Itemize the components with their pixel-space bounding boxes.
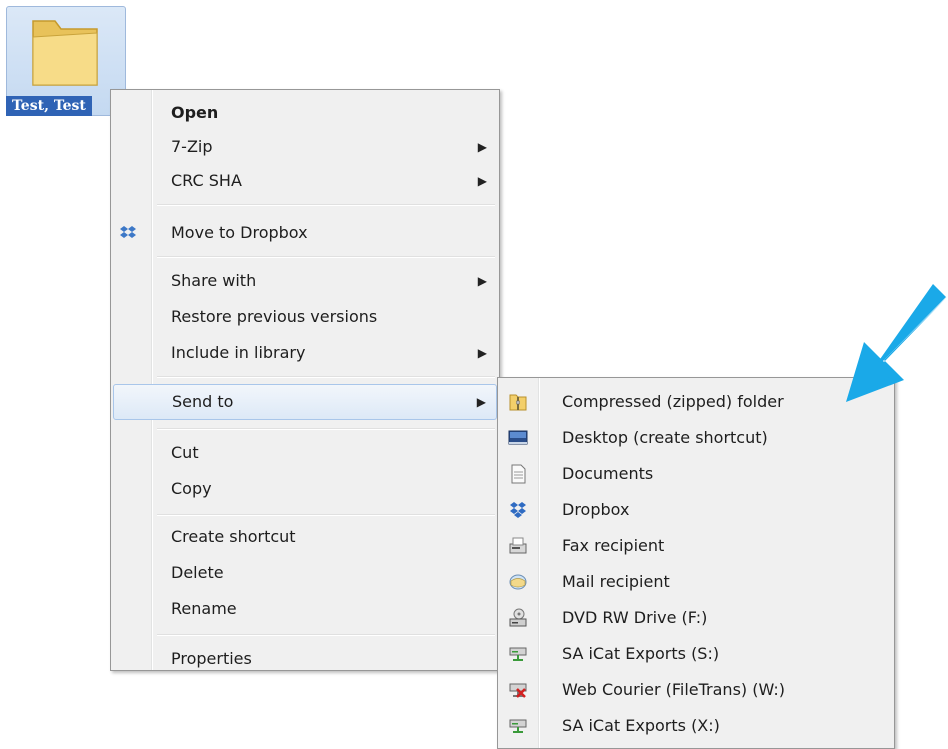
send-to-submenu: Compressed (zipped) folder Desktop (crea… (497, 377, 895, 749)
zip-folder-icon (509, 394, 527, 411)
menu-item-open[interactable]: Open (113, 96, 497, 130)
menu-item-label: Open (171, 103, 219, 122)
submenu-arrow-icon: ▶ (477, 174, 487, 188)
network-drive-icon (509, 719, 527, 733)
dvd-drive-icon (509, 608, 527, 627)
submenu-item-label: Documents (562, 464, 654, 483)
submenu-item-label: Web Courier (FileTrans) (W:) (562, 680, 785, 699)
send-to-sa-icat-exports-x[interactable]: SA iCat Exports (X:) (500, 708, 892, 744)
context-menu: Open 7-Zip ▶ CRC SHA ▶ Move to Dropbox S… (110, 89, 500, 671)
dropbox-icon (510, 502, 526, 518)
submenu-arrow-icon: ▶ (477, 140, 487, 154)
folder-icon (32, 20, 98, 86)
menu-item-label: Restore previous versions (171, 307, 378, 326)
menu-item-label: Include in library (171, 343, 306, 362)
menu-item-label: Move to Dropbox (171, 223, 308, 242)
submenu-item-label: Fax recipient (562, 536, 665, 555)
menu-separator (157, 256, 495, 258)
menu-item-label: Rename (171, 599, 237, 618)
menu-item-move-to-dropbox[interactable]: Move to Dropbox (113, 216, 497, 250)
send-to-compressed-folder[interactable]: Compressed (zipped) folder (500, 384, 892, 420)
desktop-folder-label: Test, Test (6, 96, 92, 116)
submenu-item-label: DVD RW Drive (F:) (562, 608, 708, 627)
fax-icon (509, 537, 527, 554)
submenu-item-label: Compressed (zipped) folder (562, 392, 784, 411)
send-to-dvd-rw-drive[interactable]: DVD RW Drive (F:) (500, 600, 892, 636)
menu-separator (157, 514, 495, 516)
menu-item-delete[interactable]: Delete (113, 556, 497, 590)
send-to-sa-icat-exports-s[interactable]: SA iCat Exports (S:) (500, 636, 892, 672)
send-to-fax-recipient[interactable]: Fax recipient (500, 528, 892, 564)
send-to-mail-recipient[interactable]: Mail recipient (500, 564, 892, 600)
submenu-item-label: Mail recipient (562, 572, 670, 591)
menu-separator (157, 376, 495, 378)
disconnected-drive-icon (509, 683, 527, 698)
submenu-item-label: Desktop (create shortcut) (562, 428, 768, 447)
menu-item-create-shortcut[interactable]: Create shortcut (113, 520, 497, 554)
menu-item-label: Send to (172, 392, 234, 411)
document-icon (511, 464, 526, 484)
callout-arrow-icon (846, 282, 948, 402)
menu-item-copy[interactable]: Copy (113, 472, 497, 506)
submenu-item-label: SA iCat Exports (X:) (562, 716, 720, 735)
menu-item-label: Copy (171, 479, 212, 498)
menu-item-rename[interactable]: Rename (113, 592, 497, 626)
submenu-arrow-icon: ▶ (476, 395, 486, 409)
menu-item-label: Cut (171, 443, 199, 462)
menu-separator (157, 634, 495, 636)
menu-item-cut[interactable]: Cut (113, 436, 497, 470)
menu-item-restore-previous-versions[interactable]: Restore previous versions (113, 300, 497, 334)
mail-icon (509, 574, 527, 590)
network-drive-icon (509, 647, 527, 661)
menu-item-label: Create shortcut (171, 527, 296, 546)
submenu-item-label: SA iCat Exports (S:) (562, 644, 720, 663)
dropbox-icon (120, 226, 136, 238)
menu-item-label: CRC SHA (171, 171, 242, 190)
desktop-icon (508, 430, 528, 445)
menu-separator (157, 428, 495, 430)
menu-item-7zip[interactable]: 7-Zip ▶ (113, 130, 497, 164)
submenu-arrow-icon: ▶ (477, 274, 487, 288)
menu-item-crc-sha[interactable]: CRC SHA ▶ (113, 164, 497, 198)
submenu-arrow-icon: ▶ (477, 346, 487, 360)
submenu-item-label: Dropbox (562, 500, 630, 519)
menu-item-label: Delete (171, 563, 224, 582)
menu-item-label: Properties (171, 649, 252, 668)
menu-item-properties[interactable]: Properties (113, 642, 497, 676)
menu-separator (157, 204, 495, 206)
menu-item-share-with[interactable]: Share with ▶ (113, 264, 497, 298)
send-to-web-courier-w[interactable]: Web Courier (FileTrans) (W:) (500, 672, 892, 708)
menu-item-send-to[interactable]: Send to ▶ (113, 384, 497, 420)
menu-item-label: 7-Zip (171, 137, 213, 156)
send-to-dropbox[interactable]: Dropbox (500, 492, 892, 528)
send-to-desktop[interactable]: Desktop (create shortcut) (500, 420, 892, 456)
send-to-documents[interactable]: Documents (500, 456, 892, 492)
menu-item-include-in-library[interactable]: Include in library ▶ (113, 336, 497, 370)
menu-item-label: Share with (171, 271, 257, 290)
